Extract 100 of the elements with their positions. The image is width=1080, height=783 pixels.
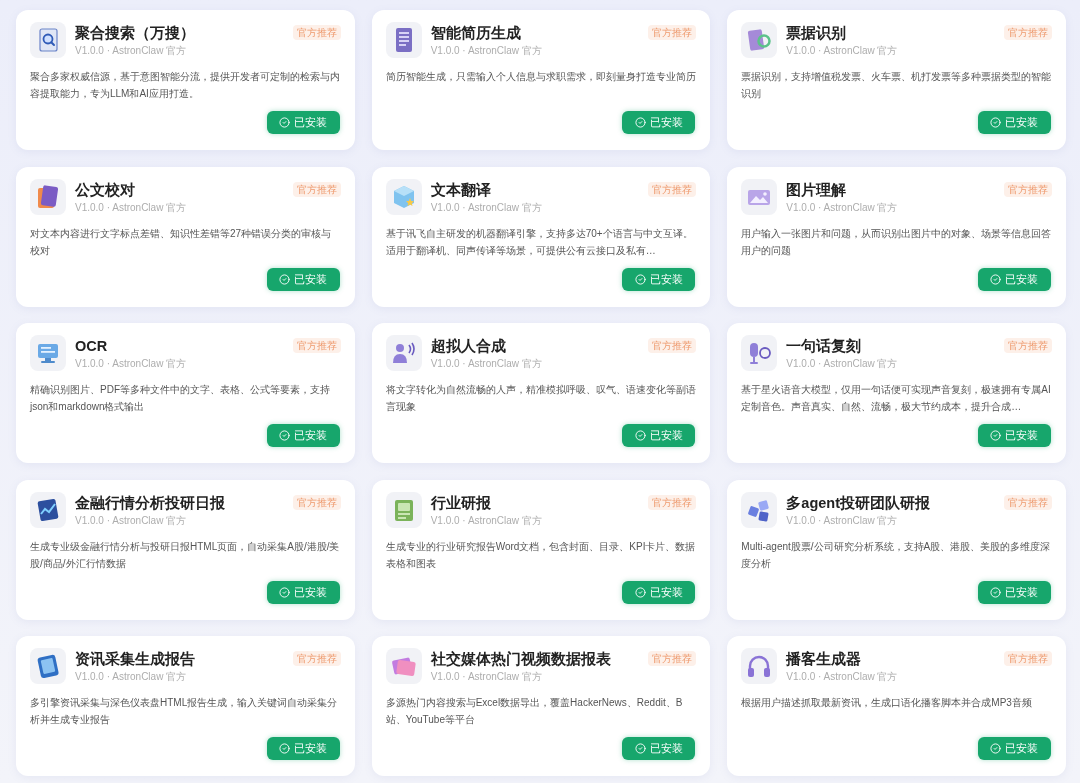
plugin-title: 智能简历生成 xyxy=(430,24,521,43)
plugin-title: 票据识别 xyxy=(786,24,847,43)
installed-button[interactable]: 已安装 xyxy=(266,737,340,760)
recommended-tag: 官方推荐 xyxy=(292,651,341,666)
installed-button[interactable]: 已安装 xyxy=(622,267,696,291)
plugin-description: 生成专业的行业研究报告Word文档，包含封面、目录、KPI卡片、数据表格和图表 xyxy=(385,539,697,571)
version-text: V1.0.0 · AstronClaw 官方 xyxy=(430,357,542,370)
check-circle-icon xyxy=(634,273,646,285)
installed-button[interactable]: 已安装 xyxy=(622,424,696,447)
plugin-title: 聚合搜索（万搜） xyxy=(75,24,195,43)
check-circle-icon xyxy=(279,273,291,285)
version-text: V1.0.0 · AstronClaw 官方 xyxy=(75,200,187,214)
installed-button[interactable]: 已安装 xyxy=(266,424,340,447)
check-circle-icon xyxy=(990,430,1002,441)
plugin-description: 票据识别，支持增值税发票、火车票、机打发票等多种票据类型的智能识别 xyxy=(741,70,1052,101)
recommended-tag: 官方推荐 xyxy=(292,338,341,353)
plugin-description: 聚合多家权威信源，基于意图智能分流，提供开发者可定制的检索与内容提取能力，专为LLM和AI应用打造。 xyxy=(30,70,341,101)
book-icon xyxy=(30,178,66,215)
microphone-icon xyxy=(741,335,778,371)
stacked-cards-icon xyxy=(385,648,422,684)
installed-button[interactable]: 已安装 xyxy=(266,111,340,134)
person-sound-icon xyxy=(385,335,422,371)
plugin-description: 生成专业级金融行情分析与投研日报HTML页面，自动采集A股/港股/美股/商品/外汇行情数据 xyxy=(30,539,341,571)
plugin-description: 基于星火语音大模型，仅用一句话便可实现声音复刻，极速拥有专属AI定制音色。声音真实、自然、流畅，极大节约成本，提升合成… xyxy=(741,383,1052,414)
plugin-title: 金融行情分析投研日报 xyxy=(75,493,225,513)
recommended-tag: 官方推荐 xyxy=(292,494,341,510)
version-text: V1.0.0 · AstronClaw 官方 xyxy=(430,44,542,57)
version-text: V1.0.0 · AstronClaw 官方 xyxy=(75,357,187,370)
plugin-title: 播客生成器 xyxy=(786,650,862,669)
installed-button[interactable]: 已安装 xyxy=(622,111,696,134)
version-text: V1.0.0 · AstronClaw 官方 xyxy=(75,670,187,683)
plugin-title: 多agent投研团队研报 xyxy=(786,493,930,513)
recommended-tag: 官方推荐 xyxy=(648,651,697,666)
installed-button[interactable]: 已安装 xyxy=(978,267,1051,291)
monitor-icon xyxy=(30,335,66,371)
magnifier-icon xyxy=(30,22,66,58)
check-circle-icon xyxy=(990,117,1002,128)
check-circle-icon xyxy=(634,743,646,754)
plugin-title: 一句话复刻 xyxy=(786,337,862,356)
headphones-icon xyxy=(741,648,778,684)
check-circle-icon xyxy=(279,430,291,441)
recommended-tag: 官方推荐 xyxy=(1004,494,1052,510)
plugin-description: 精确识别图片、PDF等多种文件中的文字、表格、公式等要素，支持json和markdown格式输出 xyxy=(30,383,331,414)
check-circle-icon xyxy=(279,117,291,128)
installed-button[interactable]: 已安装 xyxy=(978,737,1051,760)
version-text: V1.0.0 · AstronClaw 官方 xyxy=(786,44,898,57)
check-circle-icon xyxy=(634,586,646,598)
recommended-tag: 官方推荐 xyxy=(1004,25,1052,40)
plugin-title: OCR xyxy=(75,337,108,356)
version-text: V1.0.0 · AstronClaw 官方 xyxy=(786,670,898,683)
recommended-tag: 官方推荐 xyxy=(648,494,697,510)
plugin-description: 对文本内容进行文字标点差错、知识性差错等27种错误分类的审核与校对 xyxy=(30,226,333,258)
plugin-description: 简历智能生成，只需输入个人信息与求职需求，即刻量身打造专业简历 xyxy=(385,70,697,84)
installed-button[interactable]: 已安装 xyxy=(266,267,340,291)
recommended-tag: 官方推荐 xyxy=(648,181,697,197)
plugin-description: 多源热门内容搜索与Excel数据导出，覆盖HackerNews、Reddit、B站、YouTube等平台 xyxy=(385,696,684,727)
version-text: V1.0.0 · AstronClaw 官方 xyxy=(786,200,898,214)
recommended-tag: 官方推荐 xyxy=(648,25,697,40)
installed-button[interactable]: 已安装 xyxy=(622,737,696,760)
installed-button[interactable]: 已安装 xyxy=(622,580,696,604)
plugin-description: Multi-agent股票/公司研究分析系统，支持A股、港股、美股的多维度深度分析 xyxy=(741,539,1052,571)
recommended-tag: 官方推荐 xyxy=(292,181,341,197)
document-icon xyxy=(385,22,422,58)
plugin-description: 基于讯飞自主研发的机器翻译引擎，支持多达70+个语言与中文互译。适用于翻译机、同声传译等场景，可提供公有云接口及私有… xyxy=(385,226,694,258)
check-circle-icon xyxy=(990,743,1002,754)
version-text: V1.0.0 · AstronClaw 官方 xyxy=(430,670,542,683)
recommended-tag: 官方推荐 xyxy=(1004,651,1052,666)
tablet-chart-icon xyxy=(30,491,66,528)
cubes-icon xyxy=(741,491,778,528)
installed-button[interactable]: 已安装 xyxy=(978,111,1051,134)
cube-icon xyxy=(385,178,422,215)
plugin-description: 将文字转化为自然流畅的人声，精准模拟呼吸、叹气、语速变化等副语言现象 xyxy=(385,383,697,414)
card-ring-icon xyxy=(741,22,778,58)
plugin-title: 社交媒体热门视频数据报表 xyxy=(430,650,611,669)
clipboard-icon xyxy=(385,491,422,528)
plugin-title: 公文校对 xyxy=(75,180,135,200)
check-circle-icon xyxy=(634,117,646,128)
installed-button[interactable]: 已安装 xyxy=(978,580,1051,604)
version-text: V1.0.0 · AstronClaw 官方 xyxy=(430,200,542,214)
plugin-title: 超拟人合成 xyxy=(430,337,506,356)
check-circle-icon xyxy=(279,743,291,754)
recommended-tag: 官方推荐 xyxy=(648,338,697,353)
version-text: V1.0.0 · AstronClaw 官方 xyxy=(75,44,187,57)
recommended-tag: 官方推荐 xyxy=(292,25,341,40)
plugin-title: 行业研报 xyxy=(430,493,491,513)
plugin-title: 图片理解 xyxy=(786,180,847,200)
plugin-description: 根据用户描述抓取最新资讯，生成口语化播客脚本并合成MP3音频 xyxy=(741,696,1033,710)
installed-button[interactable]: 已安装 xyxy=(266,580,340,604)
version-text: V1.0.0 · AstronClaw 官方 xyxy=(75,513,187,527)
version-text: V1.0.0 · AstronClaw 官方 xyxy=(786,357,898,370)
plugin-description: 用户输入一张图片和问题，从而识别出图片中的对象、场景等信息回答用户的问题 xyxy=(741,226,1052,258)
picture-icon xyxy=(741,178,778,215)
installed-button[interactable]: 已安装 xyxy=(978,424,1051,447)
version-text: V1.0.0 · AstronClaw 官方 xyxy=(786,513,898,527)
plugin-description: 多引擎资讯采集与深色仪表盘HTML报告生成，输入关键词自动采集分析并生成专业报告 xyxy=(30,696,339,727)
recommended-tag: 官方推荐 xyxy=(1004,181,1052,197)
plugin-title: 文本翻译 xyxy=(430,180,491,200)
check-circle-icon xyxy=(634,430,646,441)
check-circle-icon xyxy=(279,586,291,598)
plugin-title: 资讯采集生成报告 xyxy=(75,650,195,669)
